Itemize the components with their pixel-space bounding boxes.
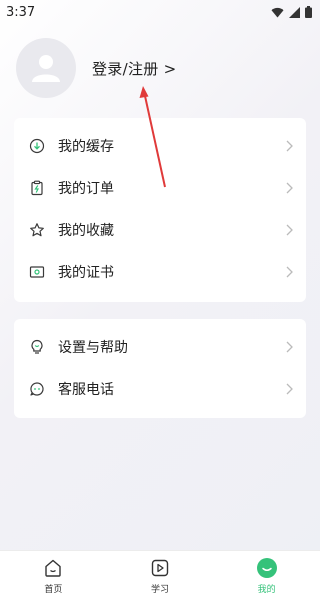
profile-header[interactable]: 登录/注册 > (16, 38, 177, 98)
star-icon (29, 222, 45, 238)
avatar-placeholder-icon (32, 55, 60, 82)
status-bar: 3:37 (0, 0, 320, 24)
chevron-right-icon (286, 182, 293, 194)
wifi-icon (271, 7, 284, 18)
menu-item-label: 设置与帮助 (58, 340, 128, 356)
lightbulb-icon (29, 339, 45, 355)
menu-item-cache[interactable]: 我的缓存 (14, 125, 306, 167)
chevron-right-icon (286, 140, 293, 152)
menu-item-customer-service[interactable]: 客服电话 (14, 368, 306, 410)
avatar[interactable] (16, 38, 76, 98)
login-register-link[interactable]: 登录/注册 > (92, 58, 177, 79)
menu-item-label: 我的订单 (58, 181, 114, 197)
chevron-right-icon (286, 224, 293, 236)
chevron-right-icon (286, 266, 293, 278)
nav-label: 学习 (150, 584, 169, 595)
signal-icon (289, 6, 300, 18)
profile-icon (256, 557, 278, 579)
menu-item-orders[interactable]: 我的订单 (14, 167, 306, 209)
nav-home[interactable]: 首页 (23, 557, 83, 595)
menu-item-settings-help[interactable]: 设置与帮助 (14, 326, 306, 368)
download-icon (29, 138, 45, 154)
menu-item-favorites[interactable]: 我的收藏 (14, 209, 306, 251)
menu-item-label: 我的缓存 (58, 139, 114, 155)
menu-card-secondary: 设置与帮助 客服电话 (14, 319, 306, 418)
nav-study[interactable]: 学习 (130, 557, 190, 595)
battery-icon (305, 6, 312, 18)
menu-card-primary: 我的缓存 我的订单 我的收藏 我的证书 (14, 118, 306, 302)
bottom-nav: 首页 学习 我的 (0, 550, 320, 600)
menu-item-label: 我的证书 (58, 265, 114, 281)
chat-icon (29, 381, 45, 397)
nav-label: 首页 (44, 584, 63, 595)
chevron-right-icon (286, 341, 293, 353)
nav-mine[interactable]: 我的 (237, 557, 297, 595)
chevron-right-icon (286, 383, 293, 395)
status-time: 3:37 (6, 4, 36, 20)
certificate-icon (29, 264, 45, 280)
menu-item-label: 我的收藏 (58, 223, 114, 239)
order-icon (29, 180, 45, 196)
status-icons (271, 6, 312, 18)
nav-label: 我的 (257, 584, 276, 595)
menu-item-certificates[interactable]: 我的证书 (14, 251, 306, 293)
menu-item-label: 客服电话 (58, 382, 114, 398)
home-icon (42, 557, 64, 579)
play-icon (149, 557, 171, 579)
